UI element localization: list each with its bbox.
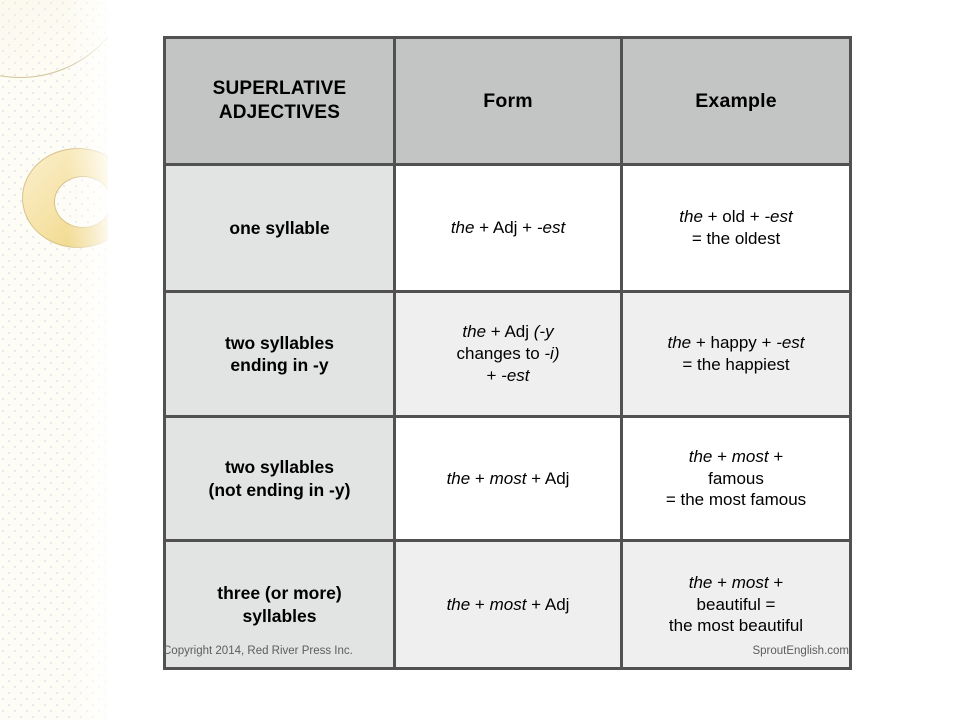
form-token-changes: changes to bbox=[456, 344, 545, 364]
table-row: two syllables ending in -y the + Adj (-y… bbox=[163, 290, 852, 418]
row-label-two-syllables-y: two syllables ending in -y bbox=[163, 290, 396, 418]
form-token-y: (-y bbox=[533, 322, 554, 342]
example-token-most: most bbox=[731, 446, 769, 466]
row-label-line: two syllables bbox=[225, 332, 334, 353]
example-token-plus: + bbox=[712, 572, 732, 592]
form-cell-one-syllable: the + Adj + -est bbox=[393, 163, 623, 293]
form-token-mid: + Adj + bbox=[474, 218, 537, 238]
form-token-most: most bbox=[489, 468, 527, 488]
gold-arc-icon bbox=[0, 0, 108, 78]
example-token-the: the bbox=[679, 207, 703, 227]
example-token-mid: + happy + bbox=[691, 333, 777, 353]
row-label-line: three (or more) bbox=[217, 583, 342, 604]
example-token-est: -est bbox=[776, 333, 805, 353]
example-token-plus: + bbox=[712, 446, 732, 466]
form-cell-two-syllables-y: the + Adj (-y changes to -i) + -est bbox=[393, 290, 623, 418]
panel-fade-overlay bbox=[0, 0, 108, 720]
header-title-line1: SUPERLATIVE bbox=[212, 77, 347, 99]
form-token-the: the bbox=[462, 322, 487, 342]
example-token-trailing: + bbox=[768, 572, 784, 592]
form-token-plus: + bbox=[486, 365, 502, 385]
example-result-line: = the oldest bbox=[691, 229, 781, 248]
footer: Copyright 2014, Red River Press Inc. Spr… bbox=[163, 645, 849, 657]
form-token-plus: + bbox=[470, 468, 490, 488]
row-label-one-syllable: one syllable bbox=[163, 163, 396, 293]
copyright-text: Copyright 2014, Red River Press Inc. bbox=[163, 645, 353, 657]
header-title-line2: ADJECTIVES bbox=[218, 102, 341, 123]
form-cell-two-syllables-not-y: the + most + Adj bbox=[393, 415, 623, 542]
form-token-most: most bbox=[489, 594, 527, 614]
form-token-est: -est bbox=[501, 365, 530, 385]
table-row: one syllable the + Adj + -est the + old … bbox=[163, 163, 852, 293]
website-text: SproutEnglish.com bbox=[752, 645, 849, 657]
example-token-the: the bbox=[688, 572, 713, 592]
example-cell-one-syllable: the + old + -est = the oldest bbox=[620, 163, 852, 293]
example-cell-two-syllables-not-y: the + most + famous = the most famous bbox=[620, 415, 852, 542]
example-cell-two-syllables-y: the + happy + -est = the happiest bbox=[620, 290, 852, 418]
form-token-adj: + Adj bbox=[526, 468, 570, 488]
table-header-row: SUPERLATIVE ADJECTIVES Form Example bbox=[163, 36, 852, 166]
table-row: two syllables (not ending in -y) the + m… bbox=[163, 415, 852, 542]
form-token-plus: + bbox=[470, 594, 490, 614]
form-token-the: the bbox=[446, 594, 471, 614]
example-token-trailing: + bbox=[768, 446, 784, 466]
example-token-most: most bbox=[731, 572, 769, 592]
row-label-line: syllables bbox=[242, 605, 317, 626]
example-word-line: famous bbox=[708, 468, 764, 488]
row-label-line: (not ending in -y) bbox=[208, 479, 351, 500]
form-token-the: the bbox=[450, 218, 475, 238]
form-token-adj: + Adj bbox=[486, 322, 534, 342]
form-token-i: -i) bbox=[544, 344, 560, 364]
example-result-line: = the most famous bbox=[665, 490, 807, 510]
header-cell-category: SUPERLATIVE ADJECTIVES bbox=[163, 36, 396, 166]
gold-ring-hole bbox=[54, 176, 108, 228]
row-label-line: one syllable bbox=[229, 217, 330, 238]
decorative-side-panel bbox=[0, 0, 108, 720]
row-label-two-syllables-not-y: two syllables (not ending in -y) bbox=[163, 415, 396, 542]
example-result-line: = the happiest bbox=[682, 355, 790, 374]
header-cell-example: Example bbox=[620, 36, 852, 166]
example-token-est: -est bbox=[764, 207, 793, 227]
form-token-adj: + Adj bbox=[526, 594, 570, 614]
example-token-mid: + old + bbox=[702, 207, 765, 227]
example-token-the: the bbox=[667, 333, 692, 353]
example-word-line: beautiful = bbox=[696, 594, 776, 614]
example-token-the: the bbox=[688, 446, 713, 466]
example-result-line: the most beautiful bbox=[668, 616, 804, 636]
header-cell-form: Form bbox=[393, 36, 623, 166]
row-label-line: two syllables bbox=[225, 457, 334, 478]
form-token-the: the bbox=[446, 468, 471, 488]
row-label-line: ending in -y bbox=[230, 355, 329, 375]
form-token-est: -est bbox=[536, 218, 566, 238]
superlative-adjectives-table: SUPERLATIVE ADJECTIVES Form Example one … bbox=[163, 36, 852, 670]
